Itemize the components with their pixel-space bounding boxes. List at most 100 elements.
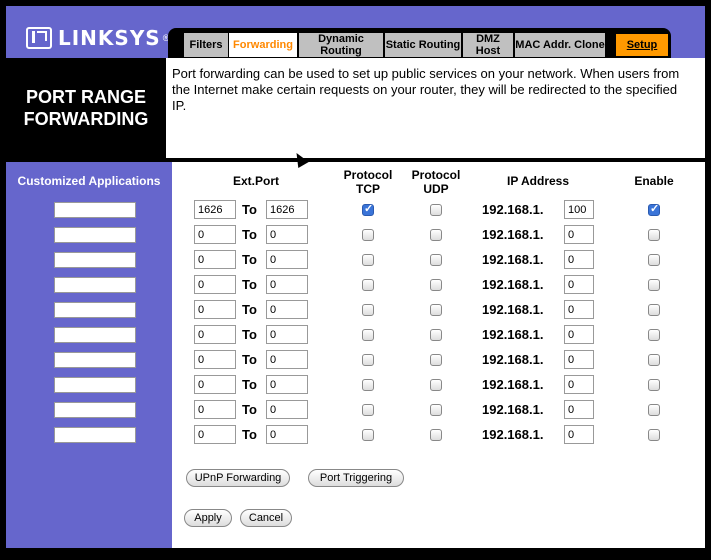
to-label: To xyxy=(242,302,257,317)
application-name-input[interactable] xyxy=(54,327,136,343)
udp-checkbox[interactable] xyxy=(430,204,442,216)
udp-checkbox[interactable] xyxy=(430,429,442,441)
tab-filters[interactable]: Filters xyxy=(184,33,228,57)
ip-last-octet-input[interactable] xyxy=(564,250,594,269)
udp-checkbox[interactable] xyxy=(430,404,442,416)
ext-port-end-input[interactable] xyxy=(266,400,308,419)
ext-port-start-input[interactable] xyxy=(194,225,236,244)
ext-port-start-input[interactable] xyxy=(194,250,236,269)
tab-mac-addr-clone[interactable]: MAC Addr. Clone xyxy=(515,33,605,57)
application-name-input[interactable] xyxy=(54,352,136,368)
ip-last-octet-input[interactable] xyxy=(564,275,594,294)
to-label: To xyxy=(242,252,257,267)
udp-checkbox[interactable] xyxy=(430,229,442,241)
ext-port-start-input[interactable] xyxy=(194,275,236,294)
ip-last-octet-input[interactable] xyxy=(564,425,594,444)
ip-last-octet-input[interactable] xyxy=(564,200,594,219)
ext-port-end-input[interactable] xyxy=(266,325,308,344)
tcp-checkbox[interactable] xyxy=(362,404,374,416)
table-row: To 192.168.1. xyxy=(172,275,705,297)
enable-checkbox[interactable] xyxy=(648,229,660,241)
to-label: To xyxy=(242,277,257,292)
tab-setup[interactable]: Setup xyxy=(615,33,669,57)
enable-checkbox[interactable] xyxy=(648,254,660,266)
ext-port-end-input[interactable] xyxy=(266,250,308,269)
tab-static-routing[interactable]: Static Routing xyxy=(385,33,461,57)
udp-checkbox[interactable] xyxy=(430,304,442,316)
tab-forwarding[interactable]: Forwarding xyxy=(229,33,297,57)
enable-checkbox[interactable] xyxy=(648,279,660,291)
linksys-logo: LINKSYS ® xyxy=(26,26,169,50)
ext-port-end-input[interactable] xyxy=(266,225,308,244)
ip-last-octet-input[interactable] xyxy=(564,350,594,369)
enable-checkbox[interactable] xyxy=(648,404,660,416)
ext-port-start-input[interactable] xyxy=(194,400,236,419)
page-title: PORT RANGE FORWARDING xyxy=(6,58,166,158)
ext-port-end-input[interactable] xyxy=(266,425,308,444)
application-name-input[interactable] xyxy=(54,252,136,268)
tcp-checkbox[interactable] xyxy=(362,429,374,441)
table-row: To 192.168.1. xyxy=(172,325,705,347)
port-triggering-button[interactable]: Port Triggering xyxy=(308,469,404,487)
to-label: To xyxy=(242,402,257,417)
apply-button[interactable]: Apply xyxy=(184,509,232,527)
enable-checkbox[interactable] xyxy=(648,329,660,341)
ip-last-octet-input[interactable] xyxy=(564,400,594,419)
ip-prefix-label: 192.168.1. xyxy=(482,277,544,292)
enable-checkbox[interactable] xyxy=(648,354,660,366)
ip-last-octet-input[interactable] xyxy=(564,375,594,394)
ext-port-start-input[interactable] xyxy=(194,300,236,319)
application-name-input[interactable] xyxy=(54,427,136,443)
tcp-checkbox[interactable] xyxy=(362,304,374,316)
tcp-checkbox[interactable] xyxy=(362,354,374,366)
enable-checkbox[interactable] xyxy=(648,202,660,216)
ip-address-header: IP Address xyxy=(506,174,570,188)
ext-port-start-input[interactable] xyxy=(194,375,236,394)
tab-dmz-host[interactable]: DMZ Host xyxy=(463,33,513,57)
tcp-checkbox[interactable] xyxy=(362,254,374,266)
enable-checkbox[interactable] xyxy=(648,304,660,316)
udp-checkbox[interactable] xyxy=(430,379,442,391)
linksys-logo-icon xyxy=(26,27,52,49)
ip-last-octet-input[interactable] xyxy=(564,225,594,244)
ip-prefix-label: 192.168.1. xyxy=(482,252,544,267)
ext-port-end-input[interactable] xyxy=(266,275,308,294)
tcp-checkbox[interactable] xyxy=(362,202,374,216)
ext-port-end-input[interactable] xyxy=(266,350,308,369)
udp-checkbox[interactable] xyxy=(430,354,442,366)
udp-checkbox[interactable] xyxy=(430,279,442,291)
ip-last-octet-input[interactable] xyxy=(564,300,594,319)
tab-dynamic-routing[interactable]: Dynamic Routing xyxy=(299,33,383,57)
upnp-forwarding-button[interactable]: UPnP Forwarding xyxy=(186,469,290,487)
ext-port-start-input[interactable] xyxy=(194,350,236,369)
description-box: Port forwarding can be used to set up pu… xyxy=(166,58,705,158)
enable-checkbox[interactable] xyxy=(648,379,660,391)
application-name-input[interactable] xyxy=(54,277,136,293)
udp-checkbox[interactable] xyxy=(430,329,442,341)
ip-prefix-label: 192.168.1. xyxy=(482,327,544,342)
enable-checkbox[interactable] xyxy=(648,429,660,441)
application-name-input[interactable] xyxy=(54,227,136,243)
forwarding-table: Ext.Port Protocol TCP Protocol UDP IP Ad… xyxy=(172,162,705,548)
tcp-checkbox[interactable] xyxy=(362,329,374,341)
ext-port-end-input[interactable] xyxy=(266,375,308,394)
ip-last-octet-input[interactable] xyxy=(564,325,594,344)
application-name-input[interactable] xyxy=(54,402,136,418)
to-label: To xyxy=(242,377,257,392)
tcp-checkbox[interactable] xyxy=(362,379,374,391)
page-description: Port forwarding can be used to set up pu… xyxy=(172,66,680,113)
ip-prefix-label: 192.168.1. xyxy=(482,302,544,317)
ext-port-end-input[interactable] xyxy=(266,200,308,219)
ext-port-end-input[interactable] xyxy=(266,300,308,319)
udp-checkbox[interactable] xyxy=(430,254,442,266)
ext-port-start-input[interactable] xyxy=(194,325,236,344)
ip-prefix-label: 192.168.1. xyxy=(482,377,544,392)
application-name-input[interactable] xyxy=(54,377,136,393)
ext-port-start-input[interactable] xyxy=(194,425,236,444)
application-name-input[interactable] xyxy=(54,302,136,318)
tcp-checkbox[interactable] xyxy=(362,229,374,241)
cancel-button[interactable]: Cancel xyxy=(240,509,292,527)
application-name-input[interactable] xyxy=(54,202,136,218)
tcp-checkbox[interactable] xyxy=(362,279,374,291)
ext-port-start-input[interactable] xyxy=(194,200,236,219)
